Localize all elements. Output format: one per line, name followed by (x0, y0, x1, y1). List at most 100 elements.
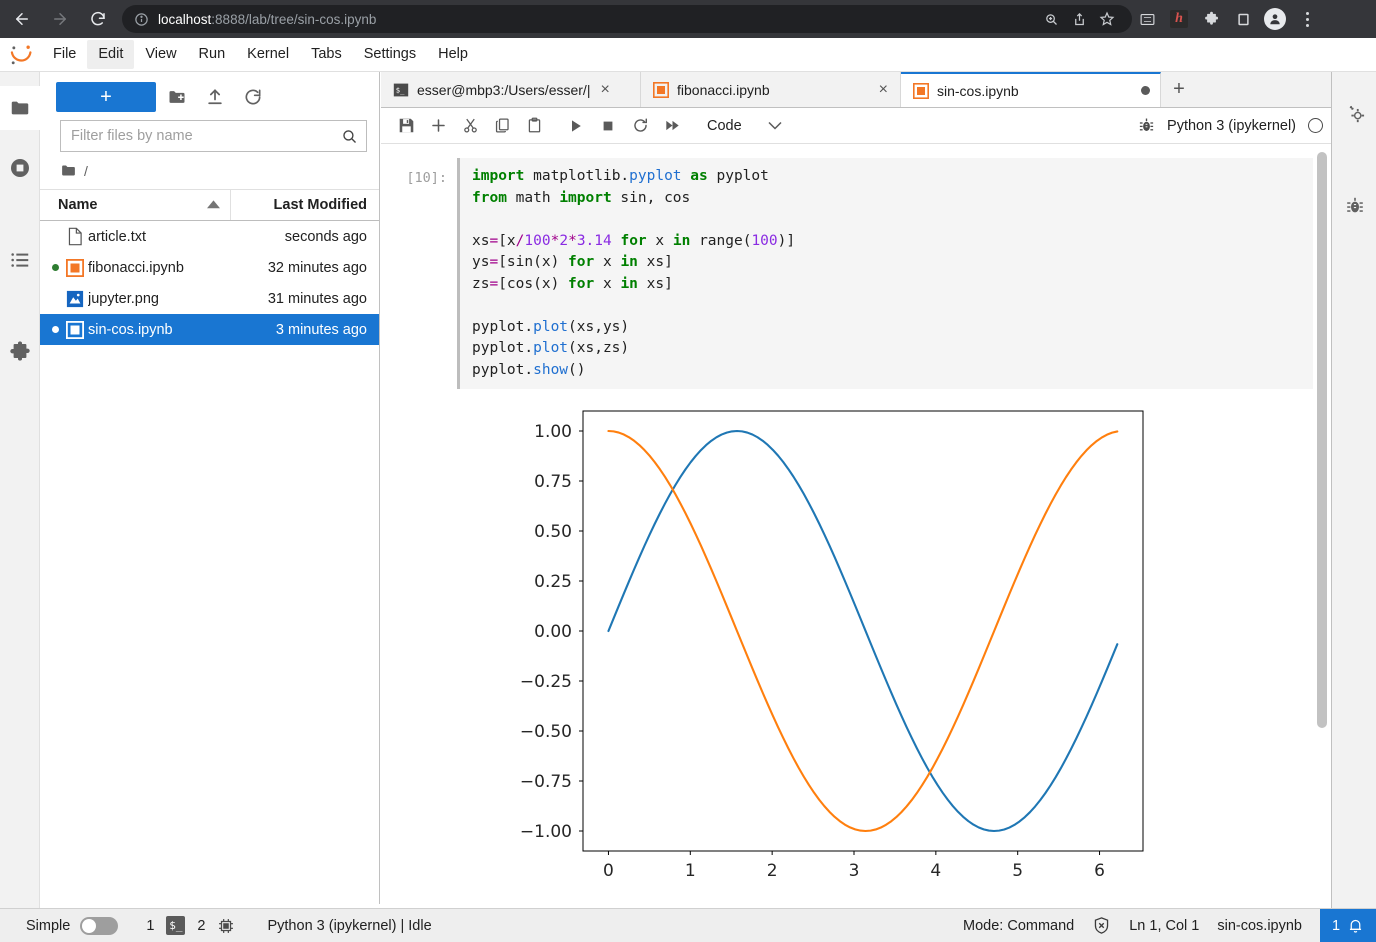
upload-icon[interactable] (198, 82, 232, 112)
share-icon[interactable] (1066, 6, 1092, 32)
sidebar-item-file-browser[interactable] (0, 86, 40, 130)
list-item[interactable]: article.txt seconds ago (40, 221, 379, 252)
menu-view[interactable]: View (134, 40, 187, 69)
svg-text:0.50: 0.50 (534, 522, 572, 542)
list-item[interactable]: sin-cos.ipynb 3 minutes ago (40, 314, 379, 345)
search-icon[interactable] (341, 128, 358, 145)
new-tab-button[interactable]: + (1161, 72, 1197, 107)
kernel-count[interactable]: 1 (144, 918, 156, 934)
scrollbar-thumb[interactable] (1317, 152, 1327, 728)
terminal-badge-icon[interactable]: $_ (166, 916, 186, 935)
svg-text:3: 3 (849, 861, 860, 881)
svg-text:−0.25: −0.25 (520, 672, 572, 692)
menu-kernel[interactable]: Kernel (236, 40, 300, 69)
tab-sin-cos-notebook[interactable]: sin-cos.ipynb (901, 72, 1161, 107)
zoom-icon[interactable] (1038, 6, 1064, 32)
property-inspector-icon[interactable] (1332, 86, 1376, 142)
terminal-icon: $_ (393, 82, 409, 98)
tab-label: sin-cos.ipynb (937, 82, 1019, 99)
filter-files-field[interactable] (60, 120, 367, 152)
tab-fibonacci-notebook[interactable]: fibonacci.ipynb × (641, 72, 901, 107)
paste-icon[interactable] (519, 112, 549, 140)
forward-button[interactable] (44, 3, 76, 35)
image-file-icon (62, 290, 88, 308)
address-bar[interactable]: localhost:8888/lab/tree/sin-cos.ipynb (122, 5, 1132, 33)
code-editor[interactable]: import matplotlib.pyplot as pyplot from … (457, 158, 1313, 389)
tab-label: esser@mbp3:/Users/esser/| (417, 81, 591, 98)
running-indicator (48, 264, 62, 271)
bug-icon[interactable] (1138, 117, 1155, 134)
code-cell[interactable]: [10]: import matplotlib.pyplot as pyplot… (381, 158, 1331, 389)
insert-cell-icon[interactable] (423, 112, 453, 140)
kernel-chip-icon[interactable] (217, 917, 235, 935)
save-icon[interactable] (391, 112, 421, 140)
sidebar-item-running-terminals[interactable] (0, 146, 40, 190)
notebook-icon (62, 320, 88, 339)
jupyter-logo-icon (0, 39, 42, 71)
jupyterlab-window: localhost:8888/lab/tree/sin-cos.ipynb h (0, 0, 1376, 942)
kernel-status-area: Python 3 (ipykernel) (1138, 117, 1323, 134)
new-folder-icon[interactable] (160, 82, 194, 112)
extensions-puzzle-icon[interactable] (1196, 4, 1226, 34)
kernel-idle-circle[interactable] (1308, 118, 1323, 133)
file-name: sin-cos.ipynb (88, 321, 173, 338)
column-header-name[interactable]: Name (40, 190, 231, 220)
debugger-icon[interactable] (1332, 178, 1376, 234)
cut-icon[interactable] (455, 112, 485, 140)
notebook-scrollbar[interactable] (1317, 152, 1327, 812)
column-header-modified[interactable]: Last Modified (231, 190, 379, 220)
refresh-icon[interactable] (236, 82, 270, 112)
simple-mode-toggle[interactable] (80, 916, 119, 935)
back-button[interactable] (6, 3, 38, 35)
cell-type-dropdown[interactable]: Code (701, 116, 788, 136)
tab-label: fibonacci.ipynb (677, 81, 770, 98)
kernel-name[interactable]: Python 3 (ipykernel) (1167, 118, 1296, 134)
menu-edit[interactable]: Edit (87, 39, 135, 70)
menu-tabs[interactable]: Tabs (300, 40, 353, 69)
menu-run[interactable]: Run (188, 40, 237, 69)
notification-count: 1 (1331, 917, 1341, 934)
sidebar-item-table-of-contents[interactable] (0, 238, 40, 282)
file-modified: seconds ago (284, 228, 367, 245)
new-launcher-button[interactable]: + (56, 82, 156, 112)
tab-terminal[interactable]: $_ esser@mbp3:/Users/esser/| × (381, 72, 641, 107)
list-item[interactable]: fibonacci.ipynb 32 minutes ago (40, 252, 379, 283)
close-icon[interactable]: × (598, 81, 611, 98)
svg-text:4: 4 (930, 861, 941, 881)
file-name: fibonacci.ipynb (88, 259, 184, 276)
menu-help[interactable]: Help (427, 40, 479, 69)
notification-badge[interactable]: 1 (1320, 908, 1376, 942)
breadcrumb[interactable]: / (40, 152, 379, 189)
file-name: jupyter.png (88, 290, 159, 307)
media-cast-icon[interactable] (1132, 4, 1162, 34)
search-input[interactable] (71, 128, 341, 144)
copy-icon[interactable] (487, 112, 517, 140)
terminal-count[interactable]: 2 (195, 918, 207, 934)
bookmark-star-icon[interactable] (1094, 6, 1120, 32)
execution-count-prompt: [10]: (406, 170, 447, 186)
svg-text:−0.50: −0.50 (520, 722, 572, 742)
extension-h-icon[interactable]: h (1164, 4, 1194, 34)
unsaved-changes-dot[interactable] (1141, 86, 1150, 95)
chevron-down-icon (768, 121, 782, 130)
tab-bar: $_ esser@mbp3:/Users/esser/| × fibonacci… (381, 72, 1331, 108)
sidebar-item-extension-manager[interactable] (0, 330, 40, 374)
reload-button[interactable] (82, 3, 114, 35)
right-sidebar-rail (1331, 72, 1376, 918)
restart-run-all-icon[interactable] (657, 112, 687, 140)
menu-settings[interactable]: Settings (353, 40, 427, 69)
interrupt-icon[interactable] (593, 112, 623, 140)
notebook-icon (653, 81, 669, 98)
close-icon[interactable]: × (877, 81, 890, 98)
run-icon[interactable] (561, 112, 591, 140)
no-trust-shield-icon[interactable] (1092, 916, 1111, 935)
list-item[interactable]: jupyter.png 31 minutes ago (40, 283, 379, 314)
notebook-icon (62, 258, 88, 277)
info-circle-icon[interactable] (134, 12, 149, 27)
profile-avatar-icon[interactable] (1260, 4, 1290, 34)
svg-text:1: 1 (685, 861, 696, 881)
menu-file[interactable]: File (42, 40, 87, 69)
chrome-menu-icon[interactable] (1292, 4, 1322, 34)
restart-icon[interactable] (625, 112, 655, 140)
reading-list-icon[interactable] (1228, 4, 1258, 34)
